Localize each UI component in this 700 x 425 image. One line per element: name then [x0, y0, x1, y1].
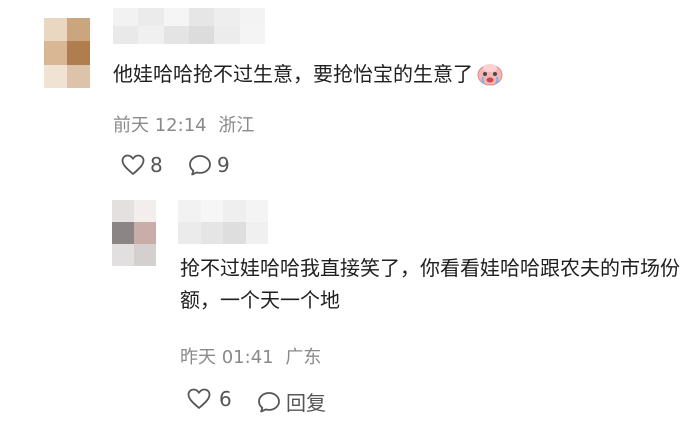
reply-text: 抢不过娃哈哈我直接笑了，你看看娃哈哈跟农夫的市场份额，一个天一个地	[180, 252, 685, 317]
avatar-pixel	[134, 200, 156, 222]
username-pixel	[189, 26, 215, 44]
username-pixel	[239, 26, 265, 44]
reply-avatar[interactable]	[112, 200, 156, 266]
avatar-pixel	[44, 18, 67, 42]
avatar-pixel	[67, 64, 90, 88]
username-blurred[interactable]	[113, 8, 265, 44]
comment-location: 浙江	[218, 115, 255, 136]
avatar-pixel	[112, 200, 134, 222]
like-count: 8	[150, 153, 163, 177]
username-pixel	[113, 8, 139, 26]
avatar-pixel	[67, 18, 90, 42]
reply-username-blurred[interactable]	[178, 200, 268, 244]
reply-count: 9	[217, 153, 230, 177]
avatar-pixel	[112, 222, 134, 244]
reply-meta: 昨天 01:41 广东	[180, 343, 321, 369]
reply-location: 广东	[285, 347, 322, 368]
username-pixel	[189, 8, 215, 26]
username-pixel	[163, 26, 189, 44]
comment-text-body: 他娃哈哈抢不过生意，要抢怡宝的生意了	[113, 62, 473, 86]
reply-button[interactable]: 回复	[257, 387, 326, 416]
reply-like-button[interactable]: 6	[187, 387, 232, 411]
username-pixel	[178, 222, 201, 244]
comment-bubble-icon	[257, 391, 281, 413]
username-pixel	[178, 200, 201, 222]
username-pixel	[214, 26, 240, 44]
comment-bubble-icon	[188, 154, 212, 176]
heart-icon	[121, 154, 145, 176]
reply-text-body: 抢不过娃哈哈我直接笑了，你看看娃哈哈跟农夫的市场份额，一个天一个地	[180, 256, 680, 313]
avatar-pixel	[44, 41, 67, 65]
username-pixel	[138, 8, 164, 26]
avatar-pixel	[134, 222, 156, 244]
reply-count-button[interactable]: 9	[188, 153, 230, 177]
crying-face-emoji-icon	[477, 62, 503, 95]
heart-icon	[187, 388, 211, 410]
username-pixel	[245, 222, 268, 244]
reply-time: 昨天 01:41	[180, 347, 274, 368]
username-pixel	[138, 26, 164, 44]
avatar-pixel	[44, 64, 67, 88]
avatar-pixel	[112, 244, 134, 266]
comment-time: 前天 12:14	[113, 115, 207, 136]
username-pixel	[239, 8, 265, 26]
username-pixel	[113, 26, 139, 44]
username-pixel	[163, 8, 189, 26]
username-pixel	[214, 8, 240, 26]
comment-meta: 前天 12:14 浙江	[113, 111, 254, 137]
comment-text: 他娃哈哈抢不过生意，要抢怡宝的生意了	[113, 58, 673, 95]
username-pixel	[223, 222, 246, 244]
avatar[interactable]	[44, 18, 90, 88]
username-pixel	[200, 200, 223, 222]
like-button[interactable]: 8	[121, 153, 163, 177]
like-count: 6	[219, 387, 232, 411]
reply-label: 回复	[286, 391, 326, 415]
username-pixel	[200, 222, 223, 244]
avatar-pixel	[67, 41, 90, 65]
username-pixel	[245, 200, 268, 222]
avatar-pixel	[134, 244, 156, 266]
username-pixel	[223, 200, 246, 222]
